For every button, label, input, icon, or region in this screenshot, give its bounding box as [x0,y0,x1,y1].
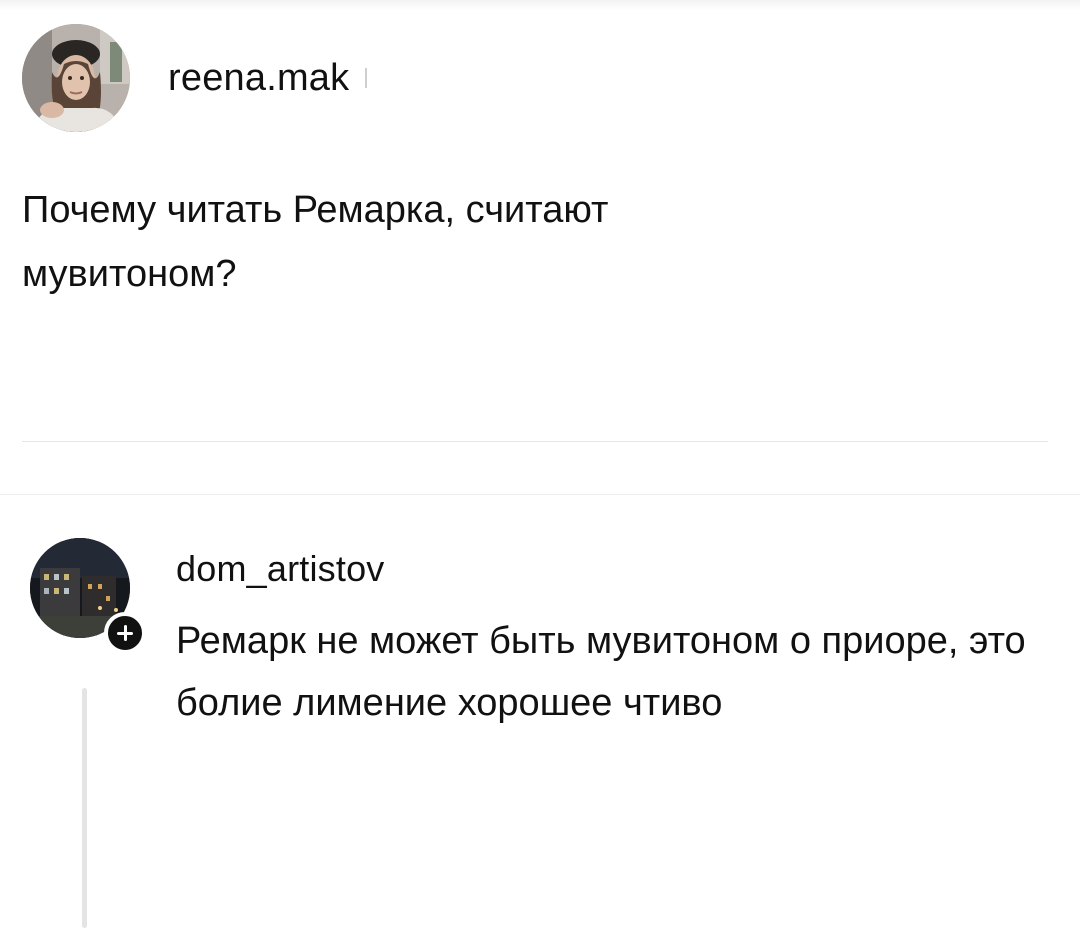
post-divider [22,441,1048,442]
post-author-avatar[interactable] [22,24,130,132]
thread-page: reena.mak Почему читать Ремарка, считают… [0,0,1080,936]
post-text: Почему читать Ремарка, считают мувитоном… [22,189,609,295]
comment-text: Ремарк не может быть мувитоном о приоре,… [176,620,1026,724]
text-cursor [365,68,368,88]
comment-username[interactable]: dom_artistov [176,548,385,590]
section-divider [0,494,1080,495]
reply-thread-line [82,688,87,928]
comment-avatar-wrapper [30,538,150,658]
plus-icon-vertical [123,625,127,641]
post-username[interactable]: reena.mak [168,57,349,100]
post-header: reena.mak [22,23,368,133]
top-strip [0,0,1080,10]
avatar-photo [22,24,130,132]
follow-plus-button[interactable] [104,612,146,654]
